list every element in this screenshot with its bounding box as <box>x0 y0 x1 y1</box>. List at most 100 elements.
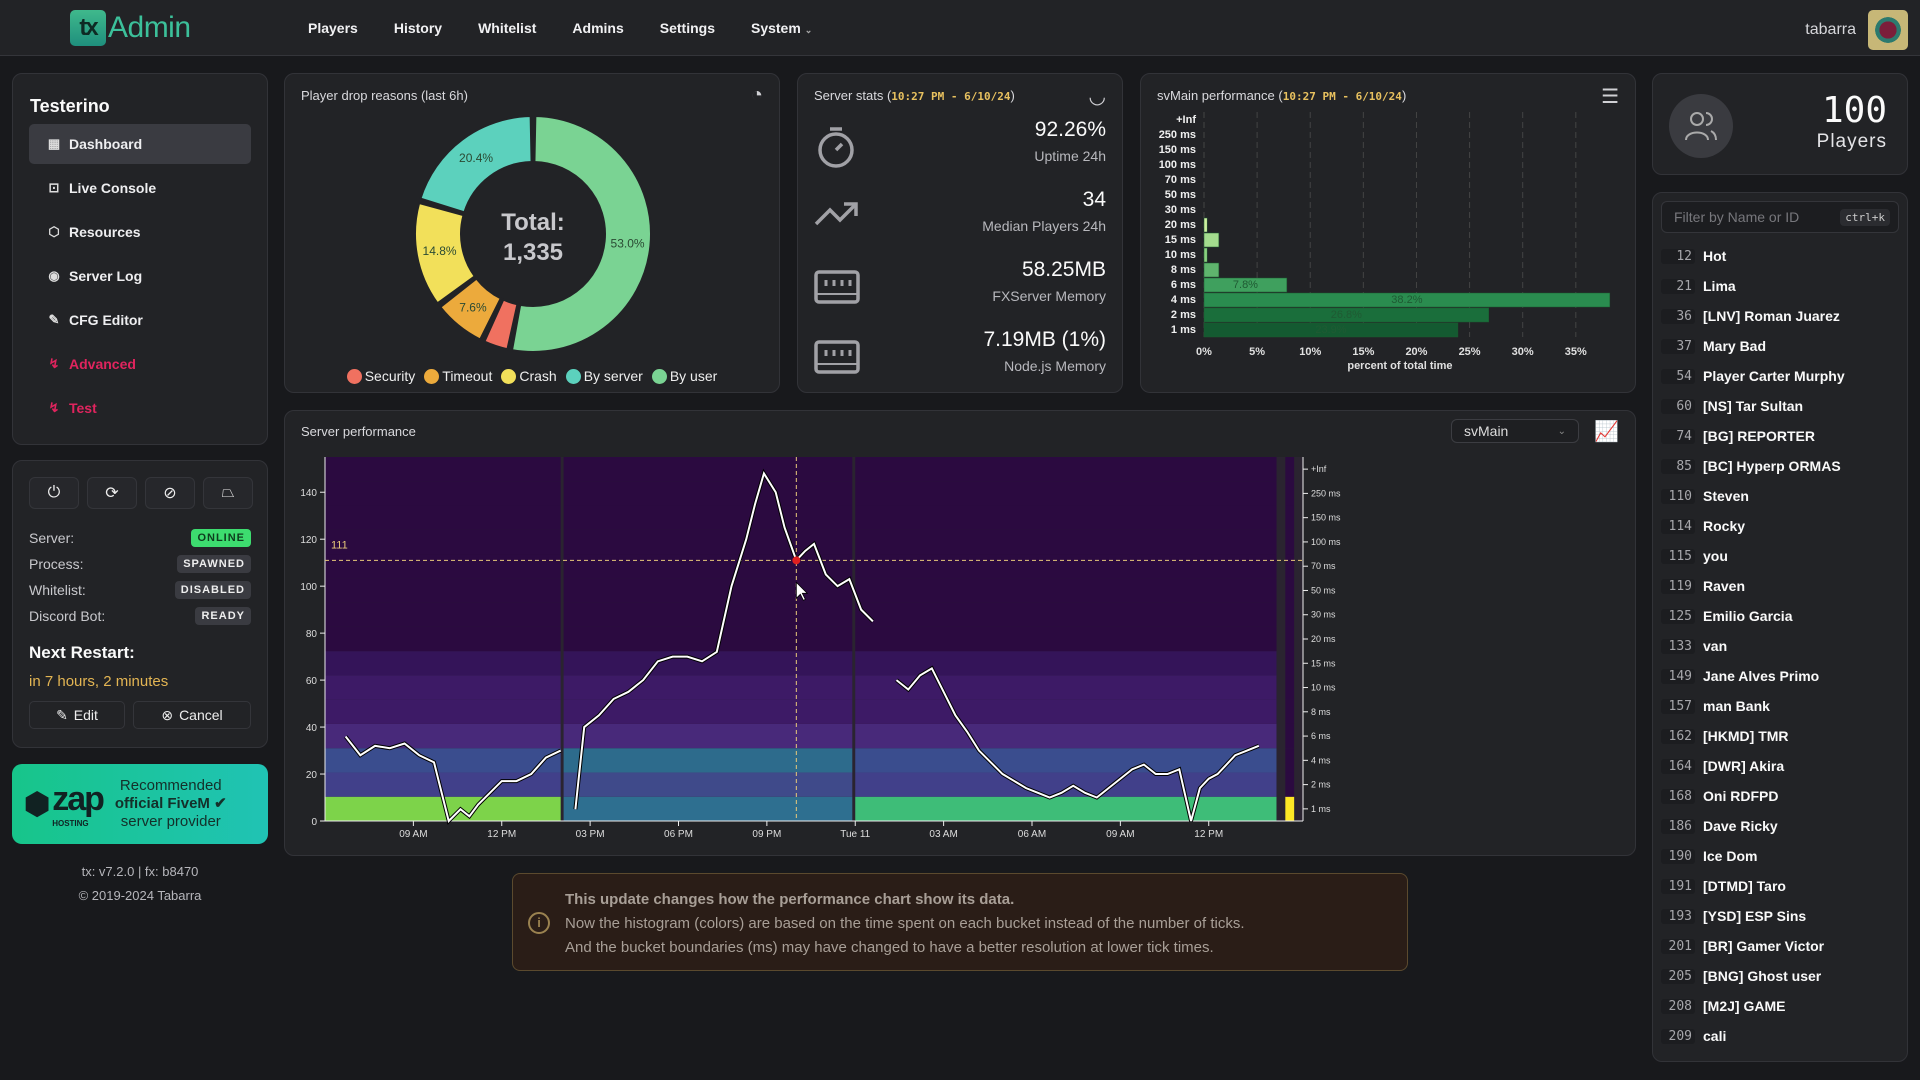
player-row[interactable]: 54 Player Carter Murphy <box>1661 361 1899 391</box>
sidebar-item-resources[interactable]: ⬡ Resources <box>29 212 251 252</box>
heatmap-cell <box>1285 457 1295 482</box>
donut-label: 7.6% <box>459 301 487 315</box>
player-row[interactable]: 157 man Bank <box>1661 691 1899 721</box>
sidebar-item-advanced[interactable]: ↯ Advanced <box>29 344 251 384</box>
player-row[interactable]: 191 [DTMD] Taro <box>1661 871 1899 901</box>
legend-item[interactable]: By user <box>651 368 717 384</box>
player-row[interactable]: 208 [M2J] GAME <box>1661 991 1899 1021</box>
stat-label: FXServer Memory <box>992 288 1106 304</box>
player-row[interactable]: 193 [YSD] ESP Sins <box>1661 901 1899 931</box>
nav-history[interactable]: History <box>394 20 442 36</box>
player-row[interactable]: 85 [BC] Hyperp ORMAS <box>1661 451 1899 481</box>
player-row[interactable]: 168 Oni RDFPD <box>1661 781 1899 811</box>
player-row[interactable]: 201 [BR] Gamer Victor <box>1661 931 1899 961</box>
hover-point <box>792 556 801 565</box>
nav-players[interactable]: Players <box>308 20 358 36</box>
player-row[interactable]: 205 [BNG] Ghost user <box>1661 961 1899 991</box>
player-row[interactable]: 125 Emilio Garcia <box>1661 601 1899 631</box>
players-count-value: 100 <box>1821 90 1887 131</box>
player-id: 60 <box>1661 398 1695 414</box>
sidebar-item-test[interactable]: ↯ Test <box>29 388 251 428</box>
legend-item[interactable]: By server <box>565 368 643 384</box>
player-row[interactable]: 60 [NS] Tar Sultan <box>1661 391 1899 421</box>
edit-restart-button[interactable]: ✎ Edit <box>29 701 125 729</box>
player-row[interactable]: 133 van <box>1661 631 1899 661</box>
nav-settings[interactable]: Settings <box>660 20 715 36</box>
player-row[interactable]: 149 Jane Alves Primo <box>1661 661 1899 691</box>
chevron-down-icon: ⌄ <box>1557 425 1566 437</box>
heatmap-cell <box>563 796 853 821</box>
heatmap-cell <box>563 699 853 724</box>
next-restart-label: Next Restart: <box>29 643 135 662</box>
y-tick-label-right: 250 ms <box>1311 488 1341 498</box>
box-icon: ⬡ <box>48 224 60 239</box>
player-row[interactable]: 209 cali <box>1661 1021 1899 1051</box>
player-row[interactable]: 37 Mary Bad <box>1661 331 1899 361</box>
player-id: 125 <box>1661 608 1695 624</box>
heatmap-cell <box>563 748 853 773</box>
heatmap-cell <box>325 529 561 555</box>
legend-item[interactable]: Security <box>346 368 415 384</box>
player-id: 209 <box>1661 1028 1695 1044</box>
nav-system[interactable]: System ⌄ <box>751 20 812 36</box>
heatmap-cell <box>325 578 561 603</box>
player-row[interactable]: 36 [LNV] Roman Juarez <box>1661 301 1899 331</box>
player-row[interactable]: 190 Ice Dom <box>1661 841 1899 871</box>
sidebar-item-dashboard[interactable]: ▦ Dashboard <box>29 124 251 164</box>
donut-label: 53.0% <box>611 236 645 250</box>
player-row[interactable]: 74 [BG] REPORTER <box>1661 421 1899 451</box>
cancel-restart-button[interactable]: ⊗ Cancel <box>133 701 251 729</box>
zap-hosting-banner[interactable]: ⬢ zap HOSTING Recommended official FiveM … <box>12 764 268 844</box>
player-row[interactable]: 119 Raven <box>1661 571 1899 601</box>
sidebar-item-cfg-editor[interactable]: ✎ CFG Editor <box>29 300 251 340</box>
player-row[interactable]: 186 Dave Ricky <box>1661 811 1899 841</box>
player-row[interactable]: 12 Hot <box>1661 241 1899 271</box>
restart-server-button[interactable]: ⟳ <box>87 477 137 509</box>
player-name: [M2J] GAME <box>1703 998 1786 1014</box>
thread-select[interactable]: svMain ⌄ <box>1451 419 1579 443</box>
notice-line1: Now the histogram (colors) are based on … <box>565 915 1245 932</box>
player-name: Steven <box>1703 488 1749 504</box>
notice-title: This update changes how the performance … <box>565 891 1015 908</box>
y-tick-label: 0 <box>311 817 317 828</box>
sidebar-item-live-console[interactable]: ⊡ Live Console <box>29 168 251 208</box>
heatmap-cell <box>325 457 561 482</box>
player-row[interactable]: 164 [DWR] Akira <box>1661 751 1899 781</box>
player-filter-input[interactable] <box>1674 209 1834 225</box>
player-row[interactable]: 115 you <box>1661 541 1899 571</box>
sidebar-item-server-log[interactable]: ◉ Server Log <box>29 256 251 296</box>
y-tick-label-right: 50 ms <box>1311 585 1336 595</box>
avatar[interactable] <box>1868 10 1908 50</box>
x-tick-label: 09 AM <box>399 829 427 840</box>
player-name: Mary Bad <box>1703 338 1767 354</box>
heatmap-cell <box>1285 626 1295 652</box>
svmain-histogram: 0% 5% 10% 15% 20% 25% 30% 35% +Inf 250 ms 150 ms 10… <box>1159 112 1611 372</box>
version-info: tx: v7.2.0 | fx: b8470 <box>81 864 199 879</box>
player-row[interactable]: 110 Steven <box>1661 481 1899 511</box>
nav-admins[interactable]: Admins <box>572 20 623 36</box>
x-tick-label: 12 PM <box>487 829 516 840</box>
nav-whitelist[interactable]: Whitelist <box>478 20 536 36</box>
verified-badge-icon: ✔ <box>214 795 227 812</box>
player-name: Ice Dom <box>1703 848 1758 864</box>
x-tick-label: 25% <box>1459 346 1481 358</box>
y-tick-label-right: 1 ms <box>1311 804 1331 814</box>
txadmin-logo[interactable]: tx Admin <box>70 9 191 47</box>
player-row[interactable]: 114 Rocky <box>1661 511 1899 541</box>
server-performance-chart[interactable]: 0 20 40 60 80 100 120 140 +Inf 250 ms 150 ms 100 ms… <box>285 447 1637 857</box>
player-filter[interactable]: ctrl+k <box>1661 201 1899 233</box>
power-off-icon: ⏻ <box>47 484 61 501</box>
heatmap-cell <box>855 796 1277 821</box>
svmain-performance-card: svMain performance (10:27 PM - 6/10/24) … <box>1140 73 1636 393</box>
y-tick-label: +Inf <box>1176 114 1196 126</box>
announce-button[interactable]: ⏢ <box>203 477 253 509</box>
y-tick-label: 4 ms <box>1171 294 1196 306</box>
legend-item[interactable]: Timeout <box>424 368 492 384</box>
stop-server-button[interactable]: ⏻ <box>29 477 79 509</box>
trending-up-icon <box>814 202 858 226</box>
kick-all-button[interactable]: ⊘ <box>145 477 195 509</box>
user-menu[interactable]: tabarra <box>1805 10 1908 50</box>
legend-item[interactable]: Crash <box>501 368 557 384</box>
player-row[interactable]: 162 [HKMD] TMR <box>1661 721 1899 751</box>
player-row[interactable]: 21 Lima <box>1661 271 1899 301</box>
